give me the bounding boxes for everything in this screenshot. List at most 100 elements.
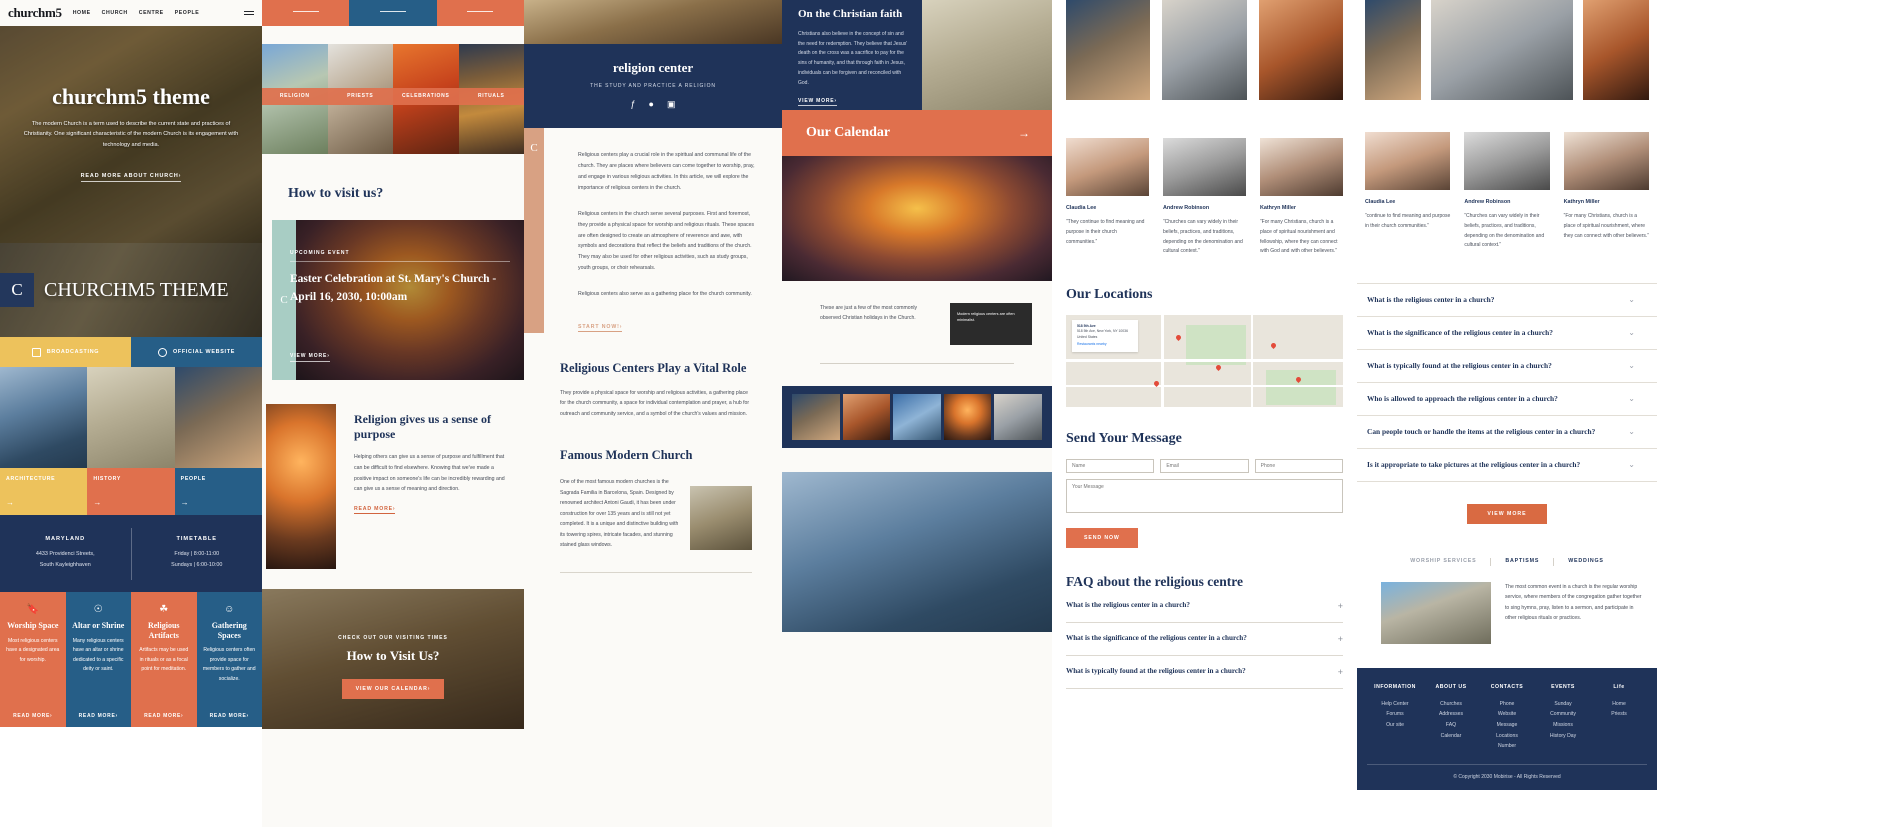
broadcasting-button[interactable]: BROADCASTING <box>0 337 131 367</box>
accordion-item[interactable]: What is the religious center in a church… <box>1357 284 1657 317</box>
category-history[interactable]: HISTORY → <box>87 468 175 515</box>
event-view-more[interactable]: VIEW MORE› <box>290 353 330 362</box>
faq-item[interactable]: What is the religious center in a church… <box>1066 590 1343 623</box>
chevron-down-icon[interactable]: ⌄ <box>1628 427 1635 436</box>
plus-icon[interactable]: + <box>1338 601 1343 611</box>
footer-link[interactable]: Website <box>1479 709 1535 720</box>
footer-link[interactable]: Locations <box>1479 731 1535 742</box>
feature-read-more[interactable]: READ MORE› <box>0 713 66 719</box>
accordion-item[interactable]: Can people touch or handle the items at … <box>1357 416 1657 449</box>
header-image <box>524 0 782 44</box>
nav-item-centre[interactable]: CENTRE <box>139 10 164 16</box>
footer-link[interactable]: Missions <box>1535 720 1591 731</box>
footer-link[interactable]: Forums <box>1367 709 1423 720</box>
nav-item-home[interactable]: HOME <box>73 10 91 16</box>
facebook-icon[interactable]: ƒ <box>631 99 636 110</box>
faq-item[interactable]: What is the significance of the religiou… <box>1066 623 1343 656</box>
feature-card-religious-artifacts[interactable]: ☘ Religious Artifacts Artifacts may be u… <box>131 592 197 728</box>
copyright: © Copyright 2030 Mobirise - All Rights R… <box>1367 764 1647 780</box>
category-image-architecture[interactable] <box>0 367 88 468</box>
feature-card-gathering-spaces[interactable]: ☺ Gathering Spaces Religious centers oft… <box>196 592 263 728</box>
official-website-button[interactable]: OFFICIAL WEBSITE <box>131 337 262 367</box>
tab-worship-services[interactable]: WORSHIP SERVICES <box>1396 558 1490 566</box>
tab-baptisms[interactable]: BAPTISMS <box>1490 557 1553 566</box>
tab-weddings[interactable]: WEDDINGS <box>1553 557 1618 566</box>
map-widget[interactable]: 518 5th Ave 518 5th Ave, New York, NY 10… <box>1066 315 1343 407</box>
feature-card-worship-space[interactable]: 🔖 Worship Space Most religious centers h… <box>0 592 66 728</box>
footer-link[interactable]: Home <box>1591 699 1647 710</box>
chevron-down-icon[interactable]: ⌄ <box>1628 328 1635 337</box>
testimonials: Claudia Lee “continue to find meaning an… <box>1357 100 1657 251</box>
christian-faith-card: On the Christian faith Christians also b… <box>782 0 922 110</box>
feature-read-more[interactable]: READ MORE› <box>131 713 197 719</box>
event-date: April 16, 2030, 10:00am <box>290 290 408 303</box>
feature-read-more[interactable]: READ MORE› <box>197 713 263 719</box>
site-logo[interactable]: churchm5 <box>8 5 62 21</box>
footer-link[interactable]: Number <box>1479 741 1535 752</box>
twitter-icon[interactable]: ● <box>649 99 654 110</box>
accordion-item[interactable]: What is the significance of the religiou… <box>1357 317 1657 350</box>
footer-link[interactable]: Help Center <box>1367 699 1423 710</box>
footer-link[interactable]: Sunday <box>1535 699 1591 710</box>
category-people[interactable]: PEOPLE → <box>174 468 262 515</box>
menu-icon[interactable] <box>244 11 254 15</box>
accordion-item[interactable]: What is typically found at the religious… <box>1357 350 1657 383</box>
footer-link[interactable]: Calendar <box>1423 731 1479 742</box>
plus-icon[interactable]: + <box>1338 667 1343 677</box>
gallery-label-rituals[interactable]: RITUALS <box>459 88 525 105</box>
map-info-card[interactable]: 518 5th Ave 518 5th Ave, New York, NY 10… <box>1072 320 1138 352</box>
strip-image-2 <box>842 394 891 440</box>
gallery-label-religion[interactable]: RELIGION <box>262 88 328 105</box>
category-image-people[interactable] <box>174 367 262 468</box>
chevron-down-icon[interactable]: ⌄ <box>1628 361 1635 370</box>
gallery-image-1 <box>1066 0 1151 100</box>
gallery-label-celebrations[interactable]: CELEBRATIONS <box>393 88 459 105</box>
accordion-item[interactable]: Is it appropriate to take pictures at th… <box>1357 449 1657 482</box>
footer-link[interactable]: Addresses <box>1423 709 1479 720</box>
footer-link[interactable]: History Day <box>1535 731 1591 742</box>
plus-icon[interactable]: + <box>1338 634 1343 644</box>
event-title: Easter Celebration at St. Mary's Church … <box>290 273 497 285</box>
footer-link[interactable]: Priests <box>1591 709 1647 720</box>
purpose-read-more[interactable]: READ MORE› <box>354 506 396 514</box>
feature-card-altar-or-shrine[interactable]: ☉ Altar or Shrine Many religious centers… <box>65 592 132 728</box>
nav-item-church[interactable]: CHURCH <box>102 10 128 16</box>
arrow-right-icon: → <box>6 498 14 507</box>
gallery-label-priests[interactable]: PRIESTS <box>328 88 394 105</box>
accordion-item[interactable]: Who is allowed to approach the religious… <box>1357 383 1657 416</box>
view-calendar-button[interactable]: VIEW OUR CALENDAR› <box>341 679 445 699</box>
footer-link[interactable]: FAQ <box>1423 720 1479 731</box>
phone-field[interactable] <box>1254 459 1343 473</box>
footer-link[interactable]: Message <box>1479 720 1535 731</box>
gallery-image-2 <box>1431 0 1573 100</box>
nav-item-people[interactable]: PEOPLE <box>175 10 200 16</box>
event-card[interactable]: C UPCOMING EVENT Easter Celebration at S… <box>272 220 524 380</box>
faith-view-more[interactable]: VIEW MORE› <box>798 98 837 107</box>
footer-link[interactable]: Phone <box>1479 699 1535 710</box>
chevron-down-icon[interactable]: ⌄ <box>1628 394 1635 403</box>
view-more-button[interactable]: VIEW MORE <box>1467 503 1547 524</box>
name-field[interactable] <box>1066 459 1155 473</box>
send-now-button[interactable]: SEND NOW <box>1066 528 1138 548</box>
avatar <box>1066 138 1149 196</box>
category-architecture[interactable]: ARCHITECTURE → <box>0 468 88 515</box>
instagram-icon[interactable]: ▣ <box>667 99 676 110</box>
email-field[interactable] <box>1160 459 1249 473</box>
map-card-link[interactable]: Restaurants nearby <box>1077 342 1133 347</box>
start-now-link[interactable]: START NOW!› <box>578 324 623 333</box>
broadcasting-label: BROADCASTING <box>46 349 100 355</box>
footer-link[interactable]: Our site <box>1367 720 1423 731</box>
message-field[interactable] <box>1066 479 1343 513</box>
chevron-down-icon[interactable]: ⌄ <box>1628 295 1635 304</box>
arrow-right-icon[interactable]: → <box>1018 126 1030 140</box>
footer-link[interactable]: Churches <box>1423 699 1479 710</box>
testimonial-quote: “They continue to find meaning and purpo… <box>1066 219 1145 245</box>
feature-read-more[interactable]: READ MORE› <box>66 713 132 719</box>
feature-text: Most religious centers have a designated… <box>6 637 60 663</box>
chevron-down-icon[interactable]: ⌄ <box>1628 460 1635 469</box>
footer-link[interactable]: Community <box>1535 709 1591 720</box>
category-image-history[interactable] <box>87 367 175 468</box>
hero-cta-button[interactable]: READ MORE ABOUT CHURCH› <box>80 173 182 183</box>
our-calendar-banner[interactable]: Our Calendar → <box>782 110 1052 156</box>
faq-item[interactable]: What is typically found at the religious… <box>1066 656 1343 689</box>
